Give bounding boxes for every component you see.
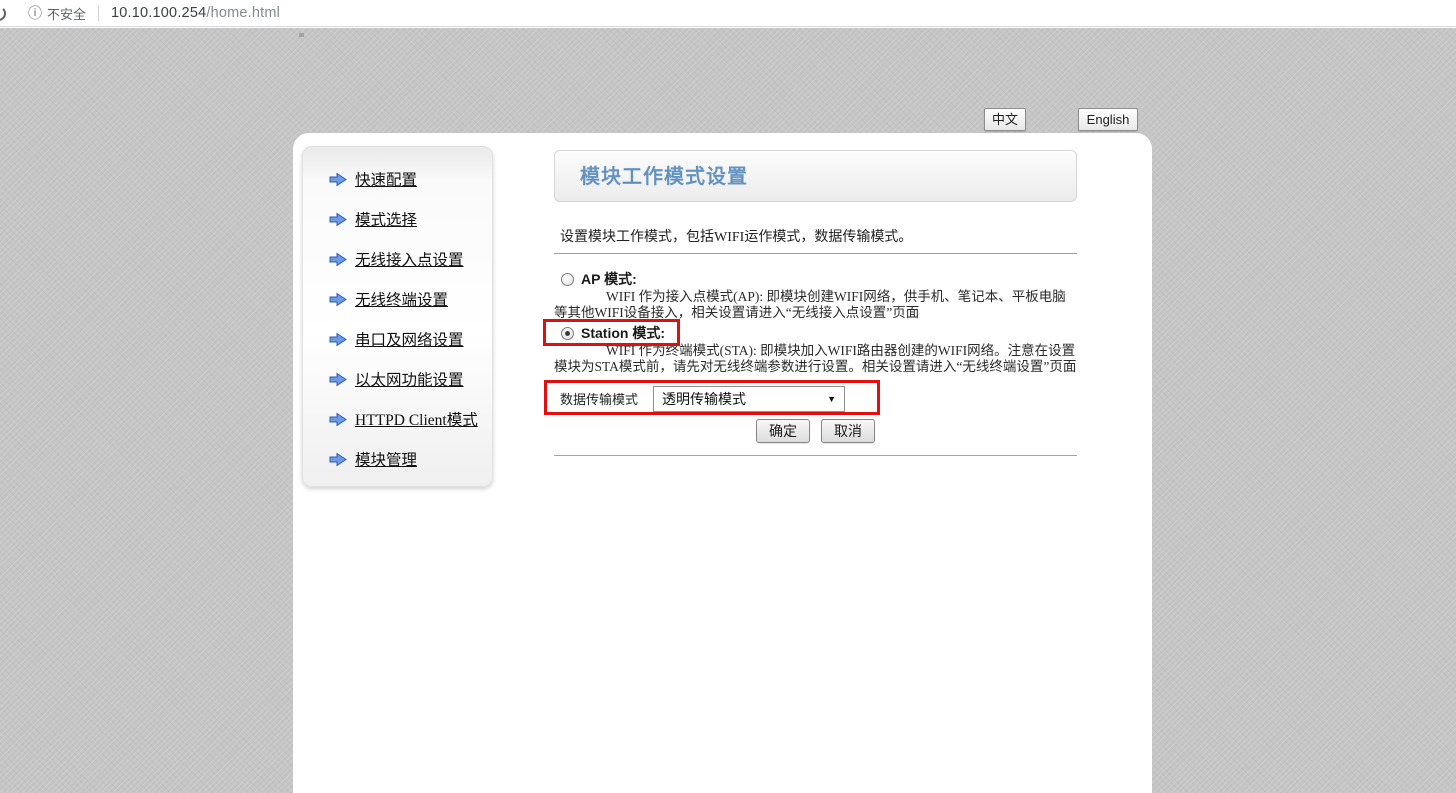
station-mode-radio[interactable] (561, 327, 574, 340)
transfer-mode-label: 数据传输模式 (560, 389, 638, 408)
info-icon[interactable]: ⓘ (28, 6, 42, 20)
url-path: /home.html (206, 5, 280, 21)
sidebar-item-ethernet[interactable]: 以太网功能设置 (303, 359, 492, 399)
url-host: 10.10.100.254 (111, 5, 206, 21)
separator (554, 455, 1077, 456)
transfer-mode-selected-option: 透明传输模式 (662, 389, 746, 409)
ap-mode-label[interactable]: AP 模式: (581, 269, 637, 289)
transfer-mode-select[interactable]: 透明传输模式 ▼ (653, 386, 845, 412)
content-card: 快速配置 模式选择 无线接入点设置 无线终端设置 串口及网络设置 以太网功能设置 (293, 133, 1152, 793)
sidebar-item-label: 串口及网络设置 (355, 328, 464, 350)
arrow-icon (329, 212, 347, 227)
sidebar-item-label: 无线终端设置 (355, 288, 448, 310)
page-title: 模块工作模式设置 (555, 151, 1076, 203)
page-background: 中文 English 快速配置 模式选择 无线接入点设置 无线终端设置 (0, 28, 1456, 793)
button-row: 确定 取消 (554, 419, 1077, 443)
arrow-icon (329, 332, 347, 347)
chevron-down-icon: ▼ (827, 394, 836, 404)
sidebar-item-sta-settings[interactable]: 无线终端设置 (303, 279, 492, 319)
sidebar-item-quick-config[interactable]: 快速配置 (303, 159, 492, 199)
sidebar-item-ap-settings[interactable]: 无线接入点设置 (303, 239, 492, 279)
security-label: 不安全 (47, 4, 86, 23)
browser-address-bar[interactable]: ⓘ 不安全 10.10.100.254/home.html (0, 0, 1456, 27)
sidebar-item-serial-network[interactable]: 串口及网络设置 (303, 319, 492, 359)
ap-mode-description: WIFI 作为接入点模式(AP): 即模块创建WIFI网络，供手机、笔记本、平板… (554, 289, 1077, 321)
sidebar-item-label: 无线接入点设置 (355, 248, 464, 270)
sidebar-item-label: 快速配置 (355, 168, 417, 190)
arrow-icon (329, 252, 347, 267)
cancel-button[interactable]: 取消 (821, 419, 875, 443)
title-box: 模块工作模式设置 (554, 150, 1077, 202)
arrow-icon (329, 412, 347, 427)
language-chinese-button[interactable]: 中文 (984, 108, 1026, 131)
reload-icon[interactable] (0, 6, 6, 21)
arrow-icon (329, 172, 347, 187)
arrow-icon (329, 372, 347, 387)
main-panel: 模块工作模式设置 设置模块工作模式，包括WIFI运作模式，数据传输模式。 AP … (554, 150, 1077, 456)
separator (554, 253, 1077, 254)
sidebar-item-module-management[interactable]: 模块管理 (303, 439, 492, 479)
url-text[interactable]: 10.10.100.254/home.html (111, 5, 280, 21)
ap-mode-radio[interactable] (561, 273, 574, 286)
sidebar-item-mode-select[interactable]: 模式选择 (303, 199, 492, 239)
language-english-button[interactable]: English (1078, 108, 1138, 131)
sidebar-item-label: 以太网功能设置 (355, 368, 464, 390)
sidebar-item-httpd-client[interactable]: HTTPD Client模式 (303, 399, 492, 439)
station-mode-label[interactable]: Station 模式: (581, 323, 665, 343)
address-divider (98, 5, 99, 21)
mouse-cursor-artifact (299, 33, 304, 37)
ok-button[interactable]: 确定 (756, 419, 810, 443)
transfer-mode-row: 数据传输模式 透明传输模式 ▼ (560, 385, 1077, 412)
intro-text: 设置模块工作模式，包括WIFI运作模式，数据传输模式。 (560, 226, 1077, 246)
sidebar-item-label: 模式选择 (355, 208, 417, 230)
sidebar-item-label: HTTPD Client模式 (355, 408, 478, 430)
arrow-icon (329, 452, 347, 467)
station-mode-description: WIFI 作为终端模式(STA): 即模块加入WIFI路由器创建的WIFI网络。… (554, 343, 1077, 375)
ap-mode-row: AP 模式: (561, 271, 1077, 287)
arrow-icon (329, 292, 347, 307)
sidebar-item-label: 模块管理 (355, 448, 417, 470)
station-mode-row: Station 模式: (561, 325, 1077, 341)
sidebar-menu: 快速配置 模式选择 无线接入点设置 无线终端设置 串口及网络设置 以太网功能设置 (302, 146, 493, 487)
